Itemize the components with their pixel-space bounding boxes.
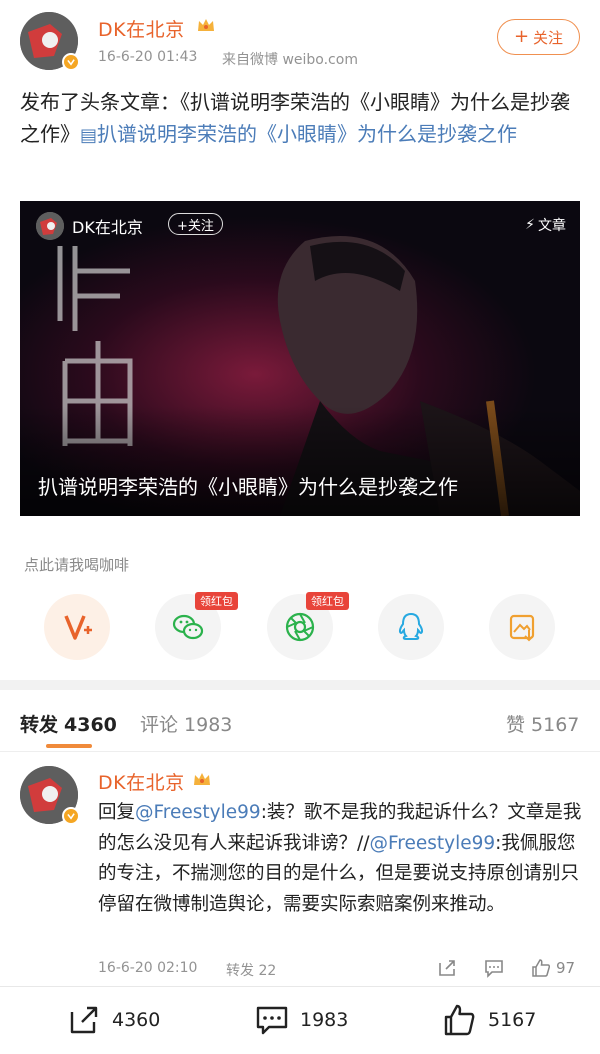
mention-link-2[interactable]: @Freestyle99 bbox=[369, 833, 495, 854]
username[interactable]: DK在北京 bbox=[98, 15, 185, 42]
comment-verified-icon bbox=[62, 807, 80, 825]
article-cover-image bbox=[20, 201, 580, 516]
share-icon bbox=[439, 960, 455, 976]
card-follow-button[interactable]: +关注 bbox=[168, 213, 223, 235]
redpacket-badge-moments: 领红包 bbox=[306, 592, 349, 610]
tab-repost-count: 4360 bbox=[64, 714, 117, 736]
save-image-icon bbox=[509, 614, 535, 642]
post-source: 来自微博 weibo.com bbox=[222, 52, 358, 68]
article-link-text: 扒谱说明李荣浩的《小眼睛》为什么是抄袭之作 bbox=[97, 122, 518, 146]
tab-like[interactable]: 赞 5167 bbox=[506, 710, 579, 737]
article-card[interactable]: DK在北京 +关注 ⚡ 文章 扒谱说明李荣浩的《小眼睛》为什么是抄袭之作 bbox=[20, 201, 580, 516]
card-username: DK在北京 bbox=[72, 218, 143, 237]
bottom-action-bar: 4360 1983 5167 bbox=[0, 988, 600, 1054]
mention-link-1[interactable]: @Freestyle99 bbox=[135, 802, 261, 823]
post-text: 发布了头条文章：《扒谱说明李荣浩的《小眼睛》为什么是抄袭之作》▤扒谱说明李荣浩的… bbox=[20, 86, 586, 152]
tab-comment-label: 评论 bbox=[140, 714, 179, 736]
comment-crown-icon bbox=[192, 770, 212, 788]
vplus-icon bbox=[64, 615, 92, 640]
active-tab-indicator bbox=[46, 744, 92, 748]
tab-like-label: 赞 bbox=[506, 714, 526, 736]
comment-timestamp: 16-6-20 02:10 bbox=[98, 960, 198, 976]
tab-repost[interactable]: 转发 4360 bbox=[20, 710, 117, 737]
bottom-divider bbox=[0, 986, 600, 987]
article-tag: ⚡ 文章 bbox=[525, 215, 566, 235]
wechat-icon bbox=[172, 614, 204, 640]
plus-icon: + bbox=[513, 26, 530, 47]
like-button[interactable]: 5167 bbox=[442, 1000, 536, 1040]
lightning-icon: ⚡ bbox=[525, 217, 535, 233]
reply-word: 回复 bbox=[98, 802, 136, 823]
comment-reply-button[interactable] bbox=[483, 956, 505, 980]
follow-label: 关注 bbox=[533, 28, 564, 47]
card-title: 扒谱说明李荣浩的《小眼睛》为什么是抄袭之作 bbox=[38, 475, 458, 499]
comment-repost-count[interactable]: 转发 22 bbox=[226, 960, 276, 980]
comment-share-button[interactable] bbox=[436, 956, 458, 980]
save-image-button[interactable] bbox=[489, 594, 555, 660]
comment-like-button[interactable]: 97 bbox=[530, 956, 575, 980]
comment-username[interactable]: DK在北京 bbox=[98, 768, 185, 795]
comment-icon bbox=[485, 960, 503, 978]
repost-button[interactable]: 4360 bbox=[66, 1000, 160, 1040]
redpacket-badge-wechat: 领红包 bbox=[195, 592, 238, 610]
verified-icon bbox=[62, 53, 80, 71]
repost-icon bbox=[70, 1006, 98, 1034]
article-link-icon: ▤ bbox=[80, 125, 98, 146]
coffee-tip-link[interactable]: 点此请我喝咖啡 bbox=[24, 554, 129, 575]
comment-bubble-icon bbox=[256, 1006, 288, 1035]
share-row: 领红包 领红包 bbox=[0, 592, 600, 664]
tab-like-count: 5167 bbox=[531, 714, 580, 736]
post-timestamp: 16-6-20 01:43 bbox=[98, 49, 198, 65]
moments-icon bbox=[285, 612, 315, 642]
follow-button[interactable]: + 关注 bbox=[497, 19, 580, 55]
like-count: 5167 bbox=[488, 1009, 537, 1031]
comment-count: 1983 bbox=[300, 1009, 349, 1031]
like-icon bbox=[444, 1004, 475, 1036]
comment-text: 回复@Freestyle99:装？歌不是我的我起诉什么？文章是我的怎么没见有人来… bbox=[98, 798, 582, 920]
tab-comment[interactable]: 评论 1983 bbox=[140, 710, 232, 737]
comment-like-count: 97 bbox=[556, 959, 576, 977]
card-avatar bbox=[36, 212, 64, 240]
tab-repost-label: 转发 bbox=[20, 714, 59, 736]
thumbs-up-icon bbox=[532, 959, 551, 977]
post-header: DK在北京 16-6-20 01:43 来自微博 weibo.com + 关注 bbox=[0, 0, 600, 80]
section-divider bbox=[0, 680, 600, 690]
crown-icon bbox=[196, 16, 216, 34]
qq-icon bbox=[398, 612, 424, 640]
tab-comment-count: 1983 bbox=[184, 714, 233, 736]
interaction-tabs: 转发 4360 评论 1983 赞 5167 bbox=[0, 700, 600, 752]
comment-button[interactable]: 1983 bbox=[254, 1000, 348, 1040]
vplus-button[interactable] bbox=[44, 594, 110, 660]
qq-share-button[interactable] bbox=[378, 594, 444, 660]
repost-count: 4360 bbox=[112, 1009, 161, 1031]
article-tag-label: 文章 bbox=[538, 218, 566, 234]
article-link[interactable]: ▤扒谱说明李荣浩的《小眼睛》为什么是抄袭之作 bbox=[80, 122, 517, 146]
